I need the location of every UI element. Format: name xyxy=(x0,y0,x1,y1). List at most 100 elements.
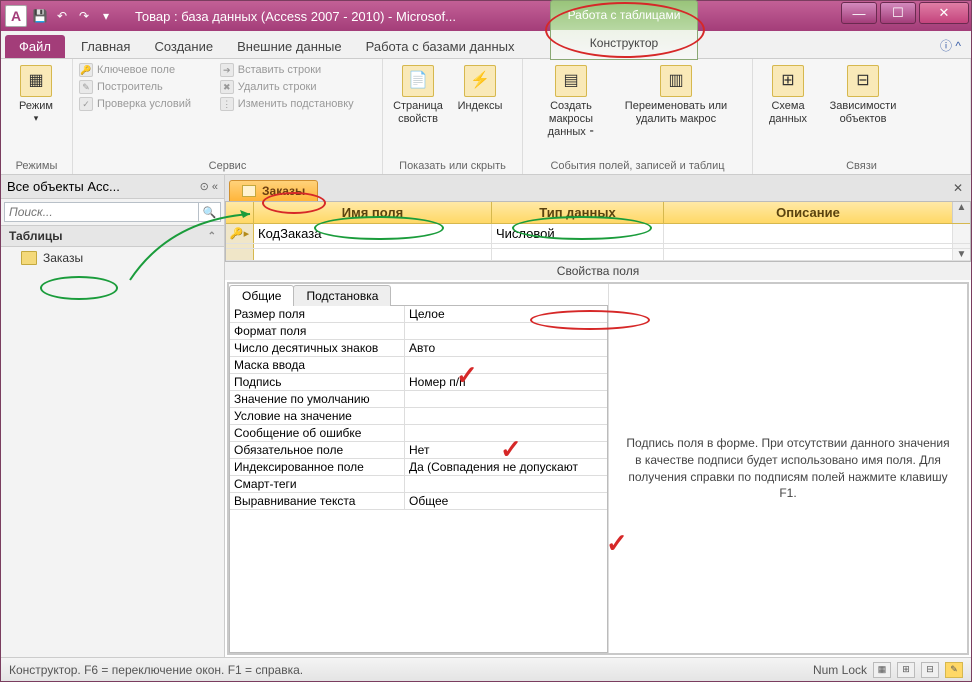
test-rules-button[interactable]: ✓Проверка условий xyxy=(79,97,216,111)
row-selector-primary-key[interactable]: 🔑▸ xyxy=(226,224,254,243)
help-icon[interactable]: ⓘ ^ xyxy=(940,37,961,54)
nav-item-orders[interactable]: Заказы xyxy=(1,247,224,269)
description-cell[interactable] xyxy=(664,244,952,248)
property-value[interactable] xyxy=(405,323,607,339)
object-deps-button[interactable]: ⊟ Зависимости объектов xyxy=(821,63,905,158)
property-value[interactable] xyxy=(405,408,607,424)
property-name: Сообщение об ошибке xyxy=(230,425,405,441)
external-data-tab[interactable]: Внешние данные xyxy=(225,35,354,58)
close-button[interactable]: ✕ xyxy=(919,2,969,24)
property-row[interactable]: Обязательное полеНет xyxy=(230,442,607,459)
nav-category-tables[interactable]: Таблицы ⌃ xyxy=(1,225,224,247)
document-tab-label: Заказы xyxy=(262,184,305,198)
table-icon xyxy=(242,185,256,197)
scroll-up-icon[interactable]: ▲ xyxy=(952,202,970,223)
props-tab-general[interactable]: Общие xyxy=(229,285,294,306)
property-row[interactable]: Размер поляЦелое xyxy=(230,306,607,323)
property-row[interactable]: Формат поля xyxy=(230,323,607,340)
maximize-button[interactable]: ☐ xyxy=(880,2,916,24)
create-tab[interactable]: Создание xyxy=(142,35,225,58)
property-row[interactable]: Условие на значение xyxy=(230,408,607,425)
nav-search-input[interactable] xyxy=(4,202,199,222)
property-value[interactable]: Целое xyxy=(405,306,607,322)
property-row[interactable]: Число десятичных знаковАвто xyxy=(230,340,607,357)
minimize-button[interactable]: — xyxy=(841,2,877,24)
row-selector[interactable] xyxy=(226,249,254,260)
rename-delete-macro-button[interactable]: ▥ Переименовать или удалить макрос xyxy=(617,63,735,158)
property-value[interactable]: Да (Совпадения не допускают xyxy=(405,459,607,475)
save-icon[interactable]: 💾 xyxy=(31,7,49,25)
property-value[interactable]: Номер п/п xyxy=(405,374,607,390)
data-type-header[interactable]: Тип данных xyxy=(492,202,664,223)
view-datasheet-icon[interactable]: ▦ xyxy=(873,662,891,678)
relationships-button[interactable]: ⊞ Схема данных xyxy=(759,63,817,158)
view-pivottable-icon[interactable]: ⊞ xyxy=(897,662,915,678)
redo-icon[interactable]: ↷ xyxy=(75,7,93,25)
document-tab-orders[interactable]: Заказы xyxy=(229,180,318,201)
primary-key-button[interactable]: 🔑Ключевое поле xyxy=(79,63,216,77)
property-row[interactable]: Индексированное полеДа (Совпадения не до… xyxy=(230,459,607,476)
context-tab-table-tools[interactable]: Работа с таблицами Конструктор xyxy=(550,0,698,60)
property-name: Индексированное поле xyxy=(230,459,405,475)
property-row[interactable]: Выравнивание текстаОбщее xyxy=(230,493,607,510)
view-button[interactable]: ▦ Режим ▾ xyxy=(7,63,65,158)
property-value[interactable]: Авто xyxy=(405,340,607,356)
rename-macro-icon: ▥ xyxy=(660,65,692,97)
row-selector[interactable] xyxy=(226,244,254,248)
property-value[interactable] xyxy=(405,425,607,441)
property-value[interactable] xyxy=(405,357,607,373)
delete-rows-button[interactable]: ✖Удалить строки xyxy=(220,80,376,94)
property-name: Смарт-теги xyxy=(230,476,405,492)
property-value[interactable] xyxy=(405,391,607,407)
search-icon[interactable]: 🔍 xyxy=(199,202,221,222)
undo-icon[interactable]: ↶ xyxy=(53,7,71,25)
view-icon: ▦ xyxy=(20,65,52,97)
description-cell[interactable] xyxy=(664,224,952,243)
builder-button[interactable]: ✎Построитель xyxy=(79,80,216,94)
modify-lookup-button[interactable]: ⋮Изменить подстановку xyxy=(220,97,376,111)
context-tab-design[interactable]: Конструктор xyxy=(590,29,658,57)
field-name-cell[interactable] xyxy=(254,244,492,248)
view-pivotchart-icon[interactable]: ⊟ xyxy=(921,662,939,678)
file-tab[interactable]: Файл xyxy=(5,35,65,58)
insert-row-icon: ➔ xyxy=(220,63,234,77)
property-name: Размер поля xyxy=(230,306,405,322)
insert-rows-button[interactable]: ➔Вставить строки xyxy=(220,63,376,77)
scroll-down-icon[interactable]: ▼ xyxy=(952,249,970,260)
property-sheet-icon: 📄 xyxy=(402,65,434,97)
data-type-cell[interactable]: Числовой xyxy=(492,224,664,243)
property-sheet-button[interactable]: 📄 Страница свойств xyxy=(389,63,447,158)
access-app-icon[interactable]: A xyxy=(5,5,27,27)
create-data-macros-button[interactable]: ▤ Создать макросы данных ⁃ xyxy=(529,63,613,158)
nav-header[interactable]: Все объекты Acc... ⊙ « xyxy=(1,175,224,199)
database-tools-tab[interactable]: Работа с базами данных xyxy=(354,35,527,58)
property-value[interactable] xyxy=(405,476,607,492)
data-type-cell[interactable] xyxy=(492,244,664,248)
property-value[interactable]: Общее xyxy=(405,493,607,509)
property-row[interactable]: Смарт-теги xyxy=(230,476,607,493)
description-cell[interactable] xyxy=(664,249,952,260)
numlock-indicator: Num Lock xyxy=(813,663,867,677)
props-tab-lookup[interactable]: Подстановка xyxy=(293,285,391,306)
field-name-header[interactable]: Имя поля xyxy=(254,202,492,223)
home-tab[interactable]: Главная xyxy=(69,35,142,58)
property-name: Маска ввода xyxy=(230,357,405,373)
indexes-button[interactable]: ⚡ Индексы xyxy=(451,63,509,158)
field-name-cell[interactable]: КодЗаказа xyxy=(254,224,492,243)
nav-dropdown-icon[interactable]: ⊙ « xyxy=(200,180,218,193)
view-design-icon[interactable]: ✎ xyxy=(945,662,963,678)
property-row[interactable]: Значение по умолчанию xyxy=(230,391,607,408)
field-name-cell[interactable] xyxy=(254,249,492,260)
table-icon xyxy=(21,251,37,265)
property-row[interactable]: ПодписьНомер п/п xyxy=(230,374,607,391)
description-header[interactable]: Описание xyxy=(664,202,952,223)
property-row[interactable]: Сообщение об ошибке xyxy=(230,425,607,442)
qat-customize-icon[interactable]: ▾ xyxy=(97,7,115,25)
data-type-cell[interactable] xyxy=(492,249,664,260)
quick-access-toolbar: A 💾 ↶ ↷ ▾ xyxy=(5,5,115,27)
indexes-label: Индексы xyxy=(458,100,503,113)
property-row[interactable]: Маска ввода xyxy=(230,357,607,374)
ribbon: ▦ Режим ▾ Режимы 🔑Ключевое поле ✎Построи… xyxy=(1,59,971,175)
property-value[interactable]: Нет xyxy=(405,442,607,458)
close-tab-icon[interactable]: ✕ xyxy=(953,181,963,195)
